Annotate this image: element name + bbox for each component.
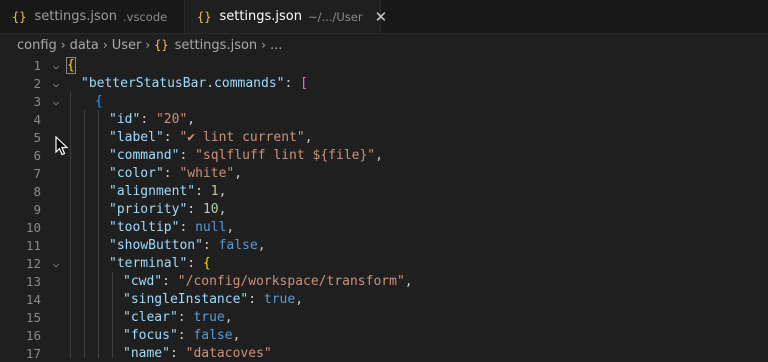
line-number: 5	[33, 129, 41, 145]
code-line: 15 "clear": true,	[0, 308, 768, 326]
line-number: 14	[25, 291, 41, 307]
code-line: 9 "priority": 10,	[0, 200, 768, 218]
code-line: 13 "cwd": "/config/workspace/transform",	[0, 272, 768, 290]
code-line: 6 "command": "sqlfluff lint ${file}",	[0, 146, 768, 164]
code-line: 4 "id": "20",	[0, 110, 768, 128]
breadcrumb-item-data[interactable]: data	[70, 38, 99, 53]
line-number: 16	[25, 327, 41, 343]
tab-description: ~/.../User	[308, 9, 363, 24]
chevron-right-icon: ›	[60, 38, 66, 52]
code-editor[interactable]: 1 ⌵ { 2 ⌵ "betterStatusBar.commands": [ …	[0, 56, 768, 361]
fold-chevron-icon[interactable]: ⌵	[49, 59, 63, 72]
fold-chevron-icon[interactable]: ⌵	[49, 95, 63, 108]
json-file-icon: {}	[12, 9, 27, 24]
breadcrumb-item-file[interactable]: settings.json	[175, 38, 258, 53]
line-number: 1	[33, 57, 41, 73]
line-number: 3	[33, 93, 41, 109]
editor-tab-bar: {} settings.json .vscode {} settings.jso…	[0, 0, 768, 34]
line-number: 12	[25, 255, 41, 271]
line-number: 15	[25, 309, 41, 325]
code-line: 2 ⌵ "betterStatusBar.commands": [	[0, 74, 768, 92]
fold-chevron-icon[interactable]: ⌵	[49, 77, 63, 90]
json-file-icon: {}	[197, 9, 212, 24]
line-number: 9	[33, 201, 41, 217]
code-line: 10 "tooltip": null,	[0, 218, 768, 236]
code-line: 8 "alignment": 1,	[0, 182, 768, 200]
close-icon[interactable]: ✕	[375, 8, 388, 26]
breadcrumb: config › data › User › {} settings.json …	[0, 34, 768, 56]
tab-settings-json-vscode[interactable]: {} settings.json .vscode	[0, 0, 185, 33]
breadcrumb-ellipsis[interactable]: ...	[270, 38, 282, 53]
tab-description: .vscode	[123, 9, 168, 24]
code-line: 12 ⌵ "terminal": {	[0, 254, 768, 272]
chevron-right-icon: ›	[261, 38, 266, 52]
tab-label: settings.json	[34, 9, 118, 24]
line-number: 8	[33, 183, 41, 199]
line-number: 10	[25, 219, 41, 235]
code-line: 17 "name": "datacoves"	[0, 344, 768, 362]
line-number: 13	[25, 273, 41, 289]
tab-label: settings.json	[219, 9, 303, 24]
code-line: 3 ⌵ {	[0, 92, 768, 110]
line-number: 17	[25, 345, 41, 361]
mouse-pointer-icon	[55, 136, 69, 156]
line-number: 2	[33, 75, 41, 91]
chevron-right-icon: ›	[102, 38, 108, 52]
line-number: 11	[25, 237, 41, 253]
line-number: 4	[33, 111, 41, 127]
line-number: 7	[33, 165, 41, 181]
breadcrumb-item-config[interactable]: config	[17, 38, 57, 53]
json-file-icon: {}	[154, 38, 169, 52]
code-line: 16 "focus": false,	[0, 326, 768, 344]
code-line: 7 "color": "white",	[0, 164, 768, 182]
code-line: 5 "label": "✔ lint current",	[0, 128, 768, 146]
fold-chevron-icon[interactable]: ⌵	[49, 257, 63, 270]
code-line: 11 "showButton": false,	[0, 236, 768, 254]
line-number: 6	[33, 147, 41, 163]
code-line: 1 ⌵ {	[0, 56, 768, 74]
breadcrumb-item-user[interactable]: User	[112, 38, 142, 53]
chevron-right-icon: ›	[145, 38, 151, 52]
code-line: 14 "singleInstance": true,	[0, 290, 768, 308]
tab-settings-json-user[interactable]: {} settings.json ~/.../User ✕	[185, 0, 387, 33]
